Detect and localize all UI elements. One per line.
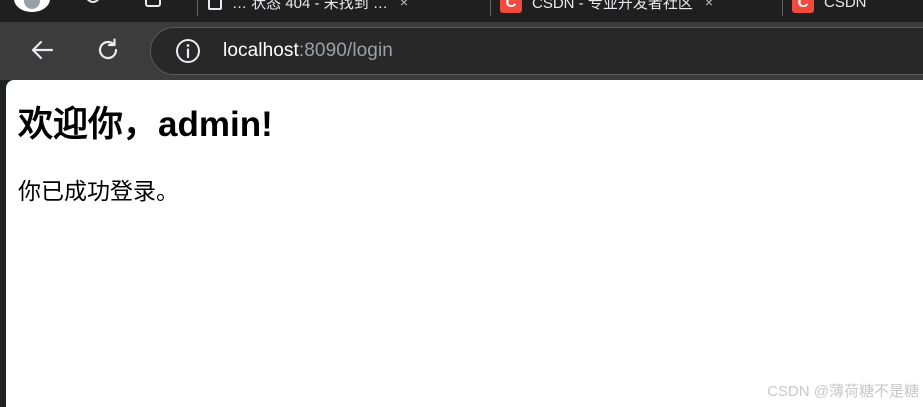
tab-strip: … 状态 404 - 未找到 … × C CSDN - 专业开发者社区 × C …: [0, 0, 923, 22]
reload-button[interactable]: [90, 32, 126, 68]
csdn-icon: C: [500, 0, 522, 13]
page-title: 欢迎你，admin!: [18, 105, 273, 144]
url-text[interactable]: localhost:8090/login: [223, 40, 393, 62]
tab-title: … 状态 404 - 未找到 …: [232, 0, 388, 12]
tab-actions-icon[interactable]: [143, 0, 165, 12]
reload-icon: [98, 38, 118, 60]
tab-separator: [490, 0, 491, 16]
tab-2[interactable]: C CSDN - 专业开发者社区 ×: [500, 0, 778, 14]
tab-separator: [197, 0, 198, 16]
url-path: :8090/login: [298, 40, 393, 61]
tab-3[interactable]: C CSDN: [792, 0, 923, 14]
close-icon[interactable]: ×: [400, 0, 408, 10]
tab-title: CSDN: [824, 0, 867, 11]
workspaces-icon[interactable]: [82, 0, 104, 12]
page-viewport: 欢迎你，admin! 你已成功登录。 CSDN @薄荷糖不是糖: [6, 80, 923, 407]
browser-window: … 状态 404 - 未找到 … × C CSDN - 专业开发者社区 × C …: [0, 0, 923, 407]
url-host: localhost: [223, 40, 299, 61]
tab-1[interactable]: … 状态 404 - 未找到 … ×: [208, 0, 486, 14]
browser-toolbar: localhost:8090/login: [0, 22, 923, 80]
profile-avatar[interactable]: [14, 0, 50, 12]
document-icon: [208, 0, 222, 10]
tab-separator: [782, 0, 783, 16]
watermark: CSDN @薄荷糖不是糖: [767, 383, 919, 400]
back-button[interactable]: [24, 32, 60, 68]
tab-title: CSDN - 专业开发者社区: [532, 0, 693, 12]
login-success-message: 你已成功登录。: [18, 178, 179, 204]
csdn-icon: C: [792, 0, 814, 13]
back-arrow-icon: [31, 40, 54, 60]
address-bar[interactable]: localhost:8090/login: [150, 27, 923, 75]
site-info-icon[interactable]: [175, 38, 201, 64]
close-icon[interactable]: ×: [705, 0, 713, 10]
